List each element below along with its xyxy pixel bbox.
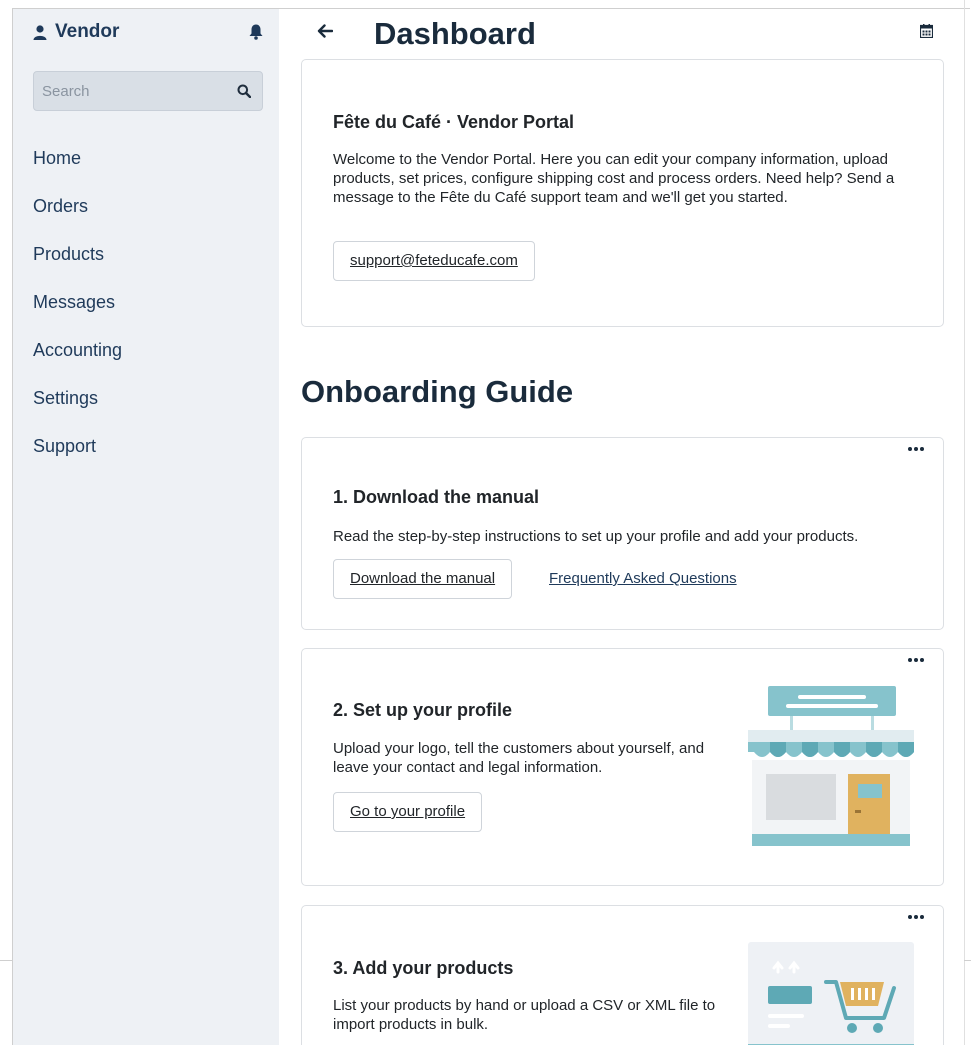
window-frame-right bbox=[964, 0, 965, 1045]
search-input[interactable] bbox=[42, 82, 212, 100]
download-manual-button[interactable]: Download the manual bbox=[333, 559, 513, 599]
step-text: Read the step-by-step instructions to se… bbox=[333, 528, 859, 545]
step-title: 2. Set up your profile bbox=[333, 700, 513, 720]
user-icon bbox=[33, 24, 47, 40]
search-icon[interactable] bbox=[237, 84, 251, 98]
faq-link[interactable]: Frequently Asked Questions bbox=[549, 560, 737, 598]
vendor-label: Vendor bbox=[55, 21, 120, 42]
window-frame-bottom-left bbox=[0, 960, 12, 961]
sidebar-item-accounting[interactable]: Accounting bbox=[33, 339, 263, 387]
topbar: Dashboard bbox=[300, 16, 950, 54]
welcome-text: Welcome to the Vendor Portal. Here you c… bbox=[333, 151, 895, 206]
sidebar-item-products[interactable]: Products bbox=[33, 243, 263, 291]
more-horizontal-icon[interactable] bbox=[908, 447, 924, 451]
window-frame-bottom-right bbox=[964, 960, 971, 961]
page-title: Dashboard bbox=[374, 16, 536, 51]
vendor-account[interactable]: Vendor bbox=[33, 21, 119, 43]
sidebar-item-home[interactable]: Home bbox=[33, 147, 263, 195]
step-title: 1. Download the manual bbox=[333, 487, 540, 507]
storefront-illustration bbox=[748, 686, 914, 846]
step-card-profile: 2. Set up your profile Upload your logo,… bbox=[301, 648, 944, 886]
step-card-products: 3. Add your products List your products … bbox=[301, 905, 944, 1045]
sidebar-item-orders[interactable]: Orders bbox=[33, 195, 263, 243]
search-box bbox=[33, 71, 263, 111]
step-text: Upload your logo, tell the customers abo… bbox=[333, 740, 705, 776]
welcome-title: Fête du Café · Vendor Portal bbox=[333, 112, 575, 132]
go-to-profile-button[interactable]: Go to your profile bbox=[333, 792, 483, 832]
sidebar-item-support[interactable]: Support bbox=[33, 435, 263, 483]
onboarding-title: Onboarding Guide bbox=[301, 374, 574, 409]
sidebar-item-messages[interactable]: Messages bbox=[33, 291, 263, 339]
step-title: 3. Add your products bbox=[333, 958, 514, 978]
more-horizontal-icon[interactable] bbox=[908, 658, 924, 662]
sidebar-header: Vendor bbox=[33, 20, 263, 44]
sidebar-item-settings[interactable]: Settings bbox=[33, 387, 263, 435]
calendar-icon[interactable] bbox=[920, 24, 933, 38]
welcome-card: Fête du Café · Vendor Portal Welcome to … bbox=[301, 59, 944, 327]
more-horizontal-icon[interactable] bbox=[908, 915, 924, 919]
sidebar: Vendor Home Orders Products Messages Acc… bbox=[13, 9, 279, 1045]
arrow-left-icon[interactable] bbox=[317, 23, 333, 39]
products-cart-illustration bbox=[748, 942, 914, 1045]
step-card-manual: 1. Download the manual Read the step-by-… bbox=[301, 437, 944, 630]
support-email-button[interactable]: support@feteducafe.com bbox=[333, 241, 535, 281]
step-text: List your products by hand or upload a C… bbox=[333, 997, 716, 1033]
bell-icon[interactable] bbox=[249, 24, 263, 40]
sidebar-nav: Home Orders Products Messages Accounting… bbox=[33, 147, 263, 483]
